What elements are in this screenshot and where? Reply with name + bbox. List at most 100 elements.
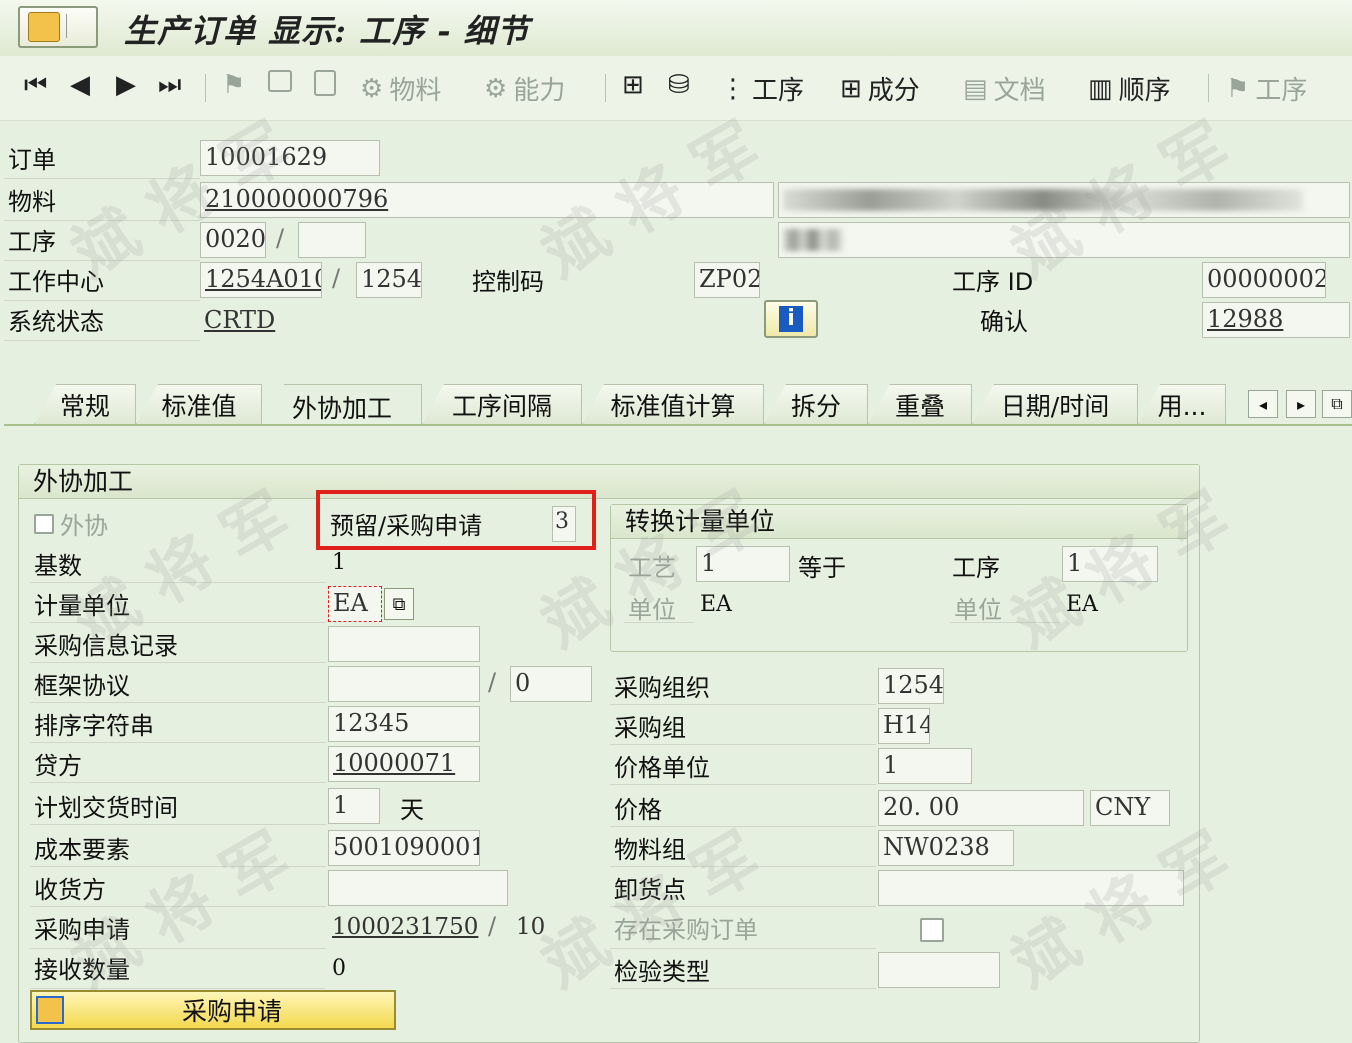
price-field[interactable]: 20. 00: [878, 790, 1084, 826]
operation-button[interactable]: ⋮ 工序: [720, 70, 804, 107]
first-icon[interactable]: ⏮: [24, 70, 47, 101]
unloading-point-field[interactable]: [878, 870, 1184, 906]
tab-scroll-left-icon[interactable]: ◂: [1248, 390, 1278, 418]
tab-std-value-calc[interactable]: 标准值计算: [582, 384, 764, 424]
plant-field[interactable]: 1254: [356, 262, 422, 298]
status-field[interactable]: CRTD: [204, 306, 275, 334]
app-menu-icon[interactable]: [18, 6, 98, 48]
control-key-label: 控制码: [472, 268, 544, 296]
window-title: 生产订单 显示: 工序 - 细节: [124, 12, 530, 50]
uom-label: 计量单位: [34, 592, 130, 620]
tab-overlap[interactable]: 重叠: [868, 384, 972, 424]
unit-left-label: 单位: [628, 596, 676, 624]
inspection-type-field[interactable]: [878, 952, 1000, 988]
framework-item-field[interactable]: 0: [510, 666, 592, 702]
vendor-field[interactable]: 10000071: [328, 746, 480, 782]
material-field[interactable]: 210000000796: [200, 182, 774, 218]
purchase-requisition-button[interactable]: 采购申请: [30, 990, 396, 1030]
document-button[interactable]: ▤ 文档: [963, 70, 1046, 107]
next-icon[interactable]: ▶: [116, 70, 136, 100]
framework-field[interactable]: [328, 666, 480, 702]
conv-operation-label: 工序: [952, 554, 1000, 582]
tab-outsourcing[interactable]: 外协加工: [262, 384, 422, 428]
unit-left-value: EA: [700, 592, 732, 617]
document-icon: ▤: [963, 73, 988, 104]
routing-field[interactable]: 1: [696, 546, 790, 582]
info-button[interactable]: i: [764, 300, 818, 338]
pr-label: 采购申请: [34, 916, 130, 944]
conv-operation-field[interactable]: 1: [1062, 546, 1158, 582]
copy-icon[interactable]: [268, 70, 292, 92]
workcenter-label: 工作中心: [8, 268, 104, 296]
confirm-field[interactable]: 12988: [1202, 302, 1350, 338]
tab-interoperation[interactable]: 工序间隔: [422, 384, 582, 424]
po-exists-checkbox[interactable]: [920, 918, 944, 942]
purch-org-label: 采购组织: [614, 674, 710, 702]
material-group-field[interactable]: NW0238: [878, 830, 1014, 866]
tab-strip: 常规 标准值 外协加工 工序间隔 标准值计算 拆分 重叠 日期/时间 用... …: [0, 384, 1352, 428]
sub-operation-field[interactable]: [298, 222, 366, 258]
routing-label: 工艺: [628, 554, 676, 582]
order-field[interactable]: 10001629: [200, 140, 380, 176]
last-icon[interactable]: ⏭: [158, 70, 181, 101]
conversion-group-title: 转换计量单位: [611, 505, 1187, 539]
delivery-unit-label: 天: [400, 796, 424, 824]
calculator-icon[interactable]: [314, 70, 336, 96]
price-unit-field[interactable]: 1: [878, 748, 972, 784]
operation-description-field[interactable]: [778, 222, 1350, 258]
component-button[interactable]: ⊞ 成分: [840, 70, 920, 107]
po-exists-label: 存在采购订单: [614, 916, 758, 944]
recipient-field[interactable]: [328, 870, 508, 906]
sequence-button[interactable]: ▥ 顺序: [1088, 70, 1171, 107]
tab-standard-values[interactable]: 标准值: [136, 384, 262, 424]
tab-general[interactable]: 常规: [34, 384, 136, 424]
previous-icon[interactable]: ◀: [70, 70, 90, 100]
tab-split[interactable]: 拆分: [764, 384, 868, 424]
unit-right-value: EA: [1066, 592, 1098, 617]
tab-dates[interactable]: 日期/时间: [972, 384, 1138, 424]
received-qty-label: 接收数量: [34, 956, 130, 984]
tab-more[interactable]: 用...: [1138, 384, 1226, 424]
unit-right-label: 单位: [954, 596, 1002, 624]
purch-group-field[interactable]: H14: [878, 708, 930, 744]
recipient-label: 收货方: [34, 876, 106, 904]
op-id-field[interactable]: 00000002: [1202, 262, 1326, 298]
capacity-button[interactable]: ⚙ 能力: [484, 70, 565, 107]
flag-icon[interactable]: ⚑: [222, 70, 245, 100]
reservation-label: 预留/采购申请: [330, 512, 483, 540]
control-key-field[interactable]: ZP02: [694, 262, 760, 298]
external-checkbox[interactable]: [34, 514, 54, 534]
pr-icon: [36, 996, 64, 1024]
info-record-label: 采购信息记录: [34, 632, 178, 660]
pr-item-value: 10: [516, 914, 546, 940]
purch-org-field[interactable]: 1254: [878, 668, 944, 704]
delivery-time-label: 计划交货时间: [34, 794, 178, 822]
capacity-icon: ⚙: [484, 73, 508, 104]
currency-field[interactable]: CNY: [1090, 790, 1170, 826]
hierarchy-icon[interactable]: ⊞: [622, 70, 644, 100]
material-button[interactable]: ⚙ 物料: [360, 70, 441, 107]
application-toolbar: ⏮ ◀ ▶ ⏭ ⚑ ⚙ 物料 ⚙ 能力 ⊞ ⛁ ⋮ 工序 ⊞ 成分 ▤ 文档 ▥ 顺序 ⚑ 工…: [0, 56, 1352, 121]
uom-field[interactable]: EA: [328, 586, 382, 622]
database-icon[interactable]: ⛁: [668, 70, 690, 100]
cost-element-field[interactable]: 5001090001: [328, 830, 480, 866]
workcenter-field[interactable]: 1254A010: [200, 262, 322, 298]
uom-popup-icon[interactable]: ⧉: [384, 588, 414, 620]
info-record-field[interactable]: [328, 626, 480, 662]
tab-scroll-right-icon[interactable]: ▸: [1286, 390, 1316, 418]
pr-number-link[interactable]: 1000231750: [332, 914, 478, 940]
material-group-label: 物料组: [614, 836, 686, 864]
tab-list-icon[interactable]: ⧉: [1322, 390, 1352, 418]
op-id-label: 工序 ID: [952, 268, 1034, 296]
delivery-time-field[interactable]: 1: [328, 788, 380, 824]
outsourcing-group-title: 外协加工: [19, 465, 1199, 499]
operation2-button[interactable]: ⚑ 工序: [1226, 70, 1307, 107]
reservation-field[interactable]: 3: [552, 506, 576, 542]
operation-field[interactable]: 0020: [200, 222, 266, 258]
sequence-icon: ▥: [1088, 73, 1113, 104]
material-description-field[interactable]: [778, 182, 1350, 218]
status-label: 系统状态: [8, 308, 104, 336]
sort-label: 排序字符串: [34, 712, 154, 740]
sort-field[interactable]: 12345: [328, 706, 480, 742]
cost-element-label: 成本要素: [34, 836, 130, 864]
